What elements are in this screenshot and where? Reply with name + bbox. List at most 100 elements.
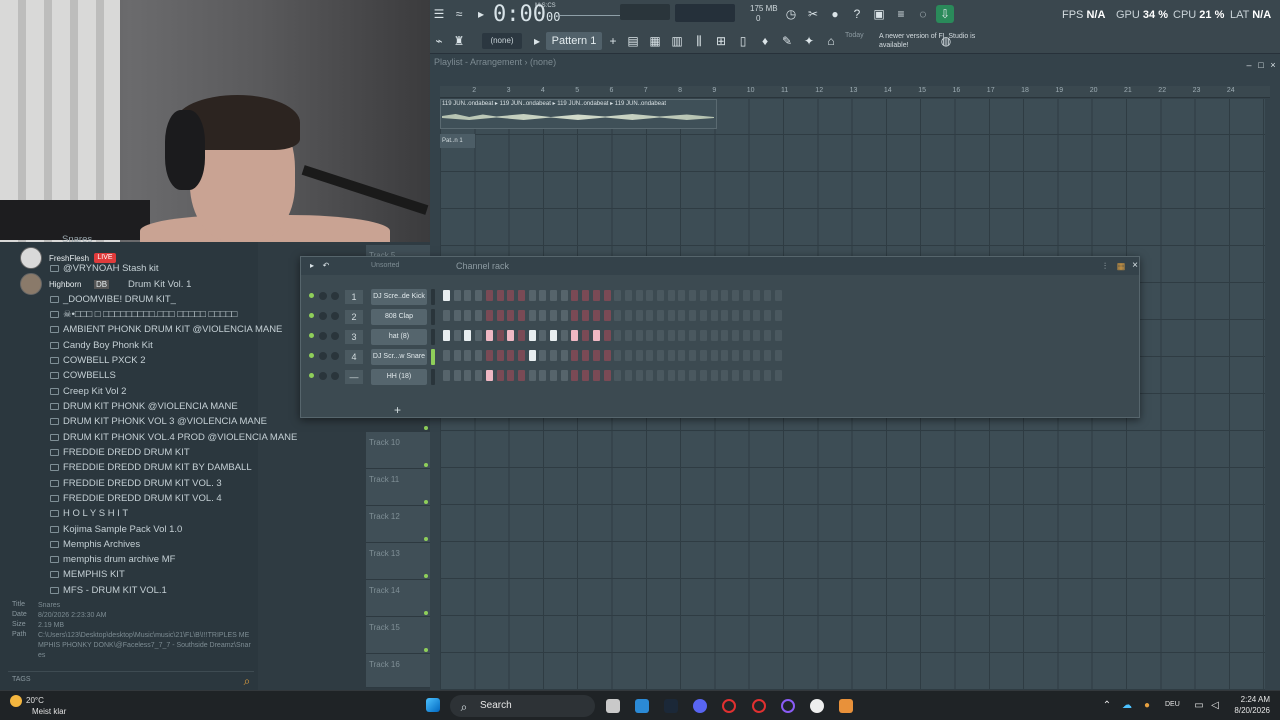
step-button[interactable] [517, 310, 525, 321]
volume-knob[interactable] [331, 372, 339, 380]
step-button[interactable] [464, 310, 472, 321]
track-led[interactable] [424, 574, 428, 578]
browser-folder-item[interactable]: FREDDIE DREDD DRUM KIT [50, 445, 190, 460]
step-button[interactable] [550, 330, 557, 341]
step-button[interactable] [475, 310, 483, 321]
step-button[interactable] [624, 310, 632, 321]
chatgpt-icon[interactable] [810, 699, 824, 713]
browser-folder-item[interactable]: _DOOMVIBE! DRUM KIT_ [50, 292, 176, 307]
step-button[interactable] [603, 310, 611, 321]
channel-mute-led[interactable] [309, 333, 314, 338]
step-button[interactable] [742, 370, 750, 381]
step-button[interactable] [678, 330, 686, 341]
menu-icon[interactable]: ☰ [430, 5, 448, 23]
snap-select[interactable]: (none) [482, 33, 522, 49]
step-button[interactable] [496, 370, 504, 381]
channel-number[interactable]: 3 [345, 330, 363, 344]
taskbar-clock[interactable]: 2:24 AM 8/20/2026 [1225, 694, 1270, 716]
channel-mute-led[interactable] [309, 313, 314, 318]
step-button[interactable] [475, 290, 483, 301]
browser-folder-item[interactable]: Drum Kit Vol. 1 [128, 277, 191, 292]
playlist-icon[interactable]: ▤ [624, 32, 642, 50]
step-button[interactable] [453, 290, 461, 301]
channel-number[interactable]: 1 [345, 290, 363, 304]
step-button[interactable] [517, 290, 525, 301]
step-button[interactable] [592, 330, 600, 341]
track-led[interactable] [424, 463, 428, 467]
step-button[interactable] [689, 370, 697, 381]
mixer-view-icon[interactable]: ⫼ [690, 32, 708, 50]
step-button[interactable] [667, 290, 675, 301]
step-button[interactable] [774, 310, 782, 321]
save-icon[interactable]: ▣ [870, 5, 888, 23]
pattern-selector[interactable]: Pattern 1 [546, 32, 602, 50]
step-button[interactable] [528, 330, 536, 341]
track-header[interactable]: Track 14 [366, 580, 430, 617]
track-header[interactable]: Track 15 [366, 617, 430, 654]
step-button[interactable] [614, 330, 622, 341]
play-mode-icon[interactable]: ▸ [472, 5, 490, 23]
step-button[interactable] [774, 350, 782, 361]
step-button[interactable] [464, 290, 472, 301]
step-button[interactable] [753, 330, 761, 341]
step-button[interactable] [614, 350, 622, 361]
channel-select[interactable] [431, 369, 435, 385]
channel-name-button[interactable]: DJ Scre..de Kick [371, 289, 427, 305]
step-button[interactable] [603, 290, 611, 301]
link-icon[interactable]: ⌁ [430, 32, 448, 50]
step-button[interactable] [753, 370, 761, 381]
step-button[interactable] [592, 350, 600, 361]
channel-rack-icon[interactable]: ▥ [668, 32, 686, 50]
step-button[interactable] [485, 310, 493, 321]
browser-folder-item[interactable]: Creep Kit Vol 2 [50, 384, 126, 399]
browser-folder-item[interactable]: AMBIENT PHONK DRUM KIT @VIOLENCIA MANE [50, 322, 282, 337]
step-button[interactable] [689, 330, 697, 341]
mic-icon[interactable]: ● [826, 5, 844, 23]
step-button[interactable] [699, 330, 707, 341]
step-button[interactable] [742, 310, 750, 321]
step-button[interactable] [657, 290, 664, 301]
step-button[interactable] [699, 290, 707, 301]
track-led[interactable] [424, 611, 428, 615]
step-button[interactable] [485, 370, 493, 381]
step-button[interactable] [624, 330, 632, 341]
close-icon[interactable]: × [1264, 56, 1280, 74]
add-pattern-icon[interactable]: + [604, 32, 622, 50]
step-button[interactable] [592, 370, 600, 381]
step-button[interactable] [774, 330, 782, 341]
step-button[interactable] [560, 350, 568, 361]
step-button[interactable] [507, 370, 515, 381]
pattern-clip[interactable]: Pat..n 1 [440, 134, 475, 148]
step-button[interactable] [667, 350, 675, 361]
step-button[interactable] [443, 370, 450, 381]
volume-icon[interactable]: ◁ [1206, 697, 1224, 715]
hint-icon[interactable]: ✦ [800, 32, 818, 50]
channel-mute-led[interactable] [309, 293, 314, 298]
language-indicator[interactable]: DEU [1165, 701, 1180, 708]
step-button[interactable] [764, 330, 771, 341]
news-text[interactable]: A newer version of FL Studio is availabl… [879, 32, 989, 50]
step-button[interactable] [453, 370, 461, 381]
step-button[interactable] [699, 310, 707, 321]
windows-start-icon[interactable] [426, 698, 440, 712]
step-button[interactable] [571, 330, 579, 341]
store-icon[interactable] [635, 699, 649, 713]
step-button[interactable] [731, 350, 739, 361]
mixer-icon[interactable]: ≡ [892, 5, 910, 23]
track-header[interactable]: Track 12 [366, 506, 430, 543]
step-button[interactable] [539, 290, 547, 301]
track-led[interactable] [424, 426, 428, 430]
step-button[interactable] [710, 370, 718, 381]
step-button[interactable] [528, 310, 536, 321]
track-header[interactable]: Track 10 [366, 432, 430, 469]
browser-folder-item[interactable]: MFS - DRUM KIT VOL.1 [50, 583, 167, 598]
browser-folder-item[interactable]: Kojima Sample Pack Vol 1.0 [50, 522, 182, 537]
step-button[interactable] [667, 310, 675, 321]
step-button[interactable] [560, 290, 568, 301]
opera-icon[interactable] [722, 699, 736, 713]
step-button[interactable] [699, 350, 707, 361]
step-button[interactable] [689, 310, 697, 321]
track-led[interactable] [424, 648, 428, 652]
step-button[interactable] [646, 350, 654, 361]
pan-knob[interactable] [319, 292, 327, 300]
